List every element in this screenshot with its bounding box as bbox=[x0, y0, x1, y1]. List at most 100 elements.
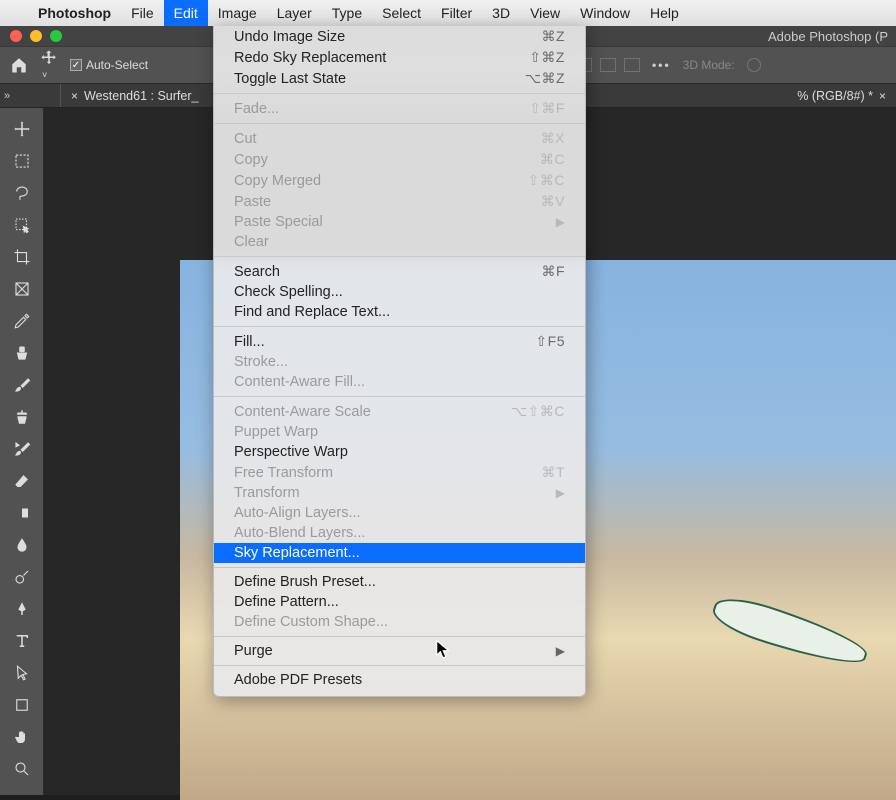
move-tool[interactable] bbox=[6, 116, 38, 142]
clone-stamp-tool[interactable] bbox=[6, 404, 38, 430]
close-tab-icon[interactable]: × bbox=[71, 89, 78, 103]
menu-item-label: Sky Replacement... bbox=[234, 545, 360, 561]
menubar-3d[interactable]: 3D bbox=[482, 0, 520, 26]
dodge-tool[interactable] bbox=[6, 564, 38, 590]
menu-shortcut: ⌘C bbox=[540, 151, 565, 168]
menu-item-label: Puppet Warp bbox=[234, 424, 318, 440]
menu-item-label: Copy bbox=[234, 152, 268, 168]
window-title: Adobe Photoshop (P bbox=[768, 29, 888, 44]
history-brush-tool[interactable] bbox=[6, 436, 38, 462]
menu-item-fade: Fade...⇧⌘F bbox=[214, 98, 585, 119]
auto-select-label: Auto-Select bbox=[86, 58, 148, 72]
menu-item-clear: Clear bbox=[214, 232, 585, 252]
blur-tool[interactable] bbox=[6, 532, 38, 558]
path-select-tool[interactable] bbox=[6, 660, 38, 686]
zoom-tool[interactable] bbox=[6, 756, 38, 782]
auto-select-checkbox[interactable]: ✓ Auto-Select bbox=[70, 58, 148, 72]
menu-item-define-pattern[interactable]: Define Pattern... bbox=[214, 592, 585, 612]
menubar-help[interactable]: Help bbox=[640, 0, 689, 26]
menu-item-define-brush-preset[interactable]: Define Brush Preset... bbox=[214, 572, 585, 592]
menu-item-transform: Transform▶ bbox=[214, 483, 585, 503]
crop-tool[interactable] bbox=[6, 244, 38, 270]
menu-item-label: Clear bbox=[234, 234, 269, 250]
healing-brush-tool[interactable] bbox=[6, 340, 38, 366]
menu-shortcut: ⌥⇧⌘C bbox=[511, 403, 565, 420]
menu-item-adobe-pdf-presets[interactable]: Adobe PDF Presets bbox=[214, 670, 585, 690]
menu-item-label: Paste bbox=[234, 194, 271, 210]
menu-item-sky-replacement[interactable]: Sky Replacement... bbox=[214, 543, 585, 563]
window-close-icon[interactable] bbox=[10, 30, 22, 42]
menu-shortcut: ⇧F5 bbox=[535, 333, 565, 350]
menu-item-label: Auto-Align Layers... bbox=[234, 505, 361, 521]
menubar-type[interactable]: Type bbox=[322, 0, 372, 26]
menu-item-undo-image-size[interactable]: Undo Image Size⌘Z bbox=[214, 26, 585, 47]
menu-item-find-and-replace-text[interactable]: Find and Replace Text... bbox=[214, 302, 585, 322]
menu-item-check-spelling[interactable]: Check Spelling... bbox=[214, 282, 585, 302]
document-tab[interactable]: × Westend61 : Surfer_ bbox=[60, 84, 208, 107]
menu-item-define-custom-shape: Define Custom Shape... bbox=[214, 612, 585, 632]
menu-item-label: Check Spelling... bbox=[234, 284, 343, 300]
menubar-select[interactable]: Select bbox=[372, 0, 431, 26]
menu-item-copy-merged: Copy Merged⇧⌘C bbox=[214, 170, 585, 191]
move-tool-icon[interactable]: ˅ bbox=[40, 49, 58, 81]
menubar-window[interactable]: Window bbox=[570, 0, 640, 26]
window-zoom-icon[interactable] bbox=[50, 30, 62, 42]
menu-shortcut: ⌘F bbox=[541, 263, 565, 280]
menubar-edit[interactable]: Edit bbox=[164, 0, 208, 26]
menubar-file[interactable]: File bbox=[121, 0, 164, 26]
menu-item-label: Define Brush Preset... bbox=[234, 574, 376, 590]
menu-shortcut: ⌘X bbox=[541, 130, 565, 147]
home-icon[interactable] bbox=[10, 56, 28, 74]
menubar-app[interactable]: Photoshop bbox=[28, 0, 121, 26]
menu-shortcut: ⇧⌘Z bbox=[529, 49, 565, 66]
menu-item-label: Toggle Last State bbox=[234, 71, 346, 87]
close-tab-icon[interactable]: × bbox=[879, 89, 886, 103]
3d-mode-icon[interactable] bbox=[747, 58, 761, 72]
document-name-left: Westend61 : Surfer_ bbox=[84, 89, 198, 103]
more-options-icon[interactable]: ••• bbox=[652, 58, 671, 72]
menubar-image[interactable]: Image bbox=[208, 0, 267, 26]
canvas-content bbox=[708, 590, 871, 674]
menu-item-purge[interactable]: Purge▶ bbox=[214, 641, 585, 661]
menubar-layer[interactable]: Layer bbox=[267, 0, 322, 26]
eraser-tool[interactable] bbox=[6, 468, 38, 494]
gradient-tool[interactable] bbox=[6, 500, 38, 526]
marquee-tool[interactable] bbox=[6, 148, 38, 174]
expand-panels-icon[interactable]: » bbox=[4, 90, 10, 102]
eyedropper-tool[interactable] bbox=[6, 308, 38, 334]
menubar-view[interactable]: View bbox=[520, 0, 570, 26]
menu-shortcut: ⌘V bbox=[541, 193, 565, 210]
menu-item-puppet-warp: Puppet Warp bbox=[214, 422, 585, 442]
menu-item-fill[interactable]: Fill...⇧F5 bbox=[214, 331, 585, 352]
menu-item-label: Perspective Warp bbox=[234, 444, 348, 460]
quick-select-tool[interactable] bbox=[6, 212, 38, 238]
menu-item-label: Copy Merged bbox=[234, 173, 321, 189]
menu-item-content-aware-scale: Content-Aware Scale ⌥⇧⌘C bbox=[214, 401, 585, 422]
menu-item-label: Content-Aware Fill... bbox=[234, 374, 365, 390]
menu-item-label: Adobe PDF Presets bbox=[234, 672, 362, 688]
shape-tool[interactable] bbox=[6, 692, 38, 718]
frame-tool[interactable] bbox=[6, 276, 38, 302]
menu-shortcut: ⌥⌘Z bbox=[525, 70, 565, 87]
menubar-filter[interactable]: Filter bbox=[431, 0, 482, 26]
hand-tool[interactable] bbox=[6, 724, 38, 750]
menu-item-paste-special: Paste Special▶ bbox=[214, 212, 585, 232]
menu-item-label: Content-Aware Scale bbox=[234, 404, 371, 420]
menu-item-label: Define Pattern... bbox=[234, 594, 339, 610]
lasso-tool[interactable] bbox=[6, 180, 38, 206]
menu-item-free-transform: Free Transform⌘T bbox=[214, 462, 585, 483]
menu-item-toggle-last-state[interactable]: Toggle Last State ⌥⌘Z bbox=[214, 68, 585, 89]
pen-tool[interactable] bbox=[6, 596, 38, 622]
menu-item-perspective-warp[interactable]: Perspective Warp bbox=[214, 442, 585, 462]
brush-tool[interactable] bbox=[6, 372, 38, 398]
cursor-icon bbox=[436, 640, 450, 660]
window-minimize-icon[interactable] bbox=[30, 30, 42, 42]
menu-item-label: Find and Replace Text... bbox=[234, 304, 390, 320]
type-tool[interactable] bbox=[6, 628, 38, 654]
submenu-arrow-icon: ▶ bbox=[556, 644, 565, 658]
menu-item-paste: Paste ⌘V bbox=[214, 191, 585, 212]
edit-menu-dropdown: Undo Image Size⌘ZRedo Sky Replacement⇧⌘Z… bbox=[213, 26, 586, 697]
menu-item-redo-sky-replacement[interactable]: Redo Sky Replacement⇧⌘Z bbox=[214, 47, 585, 68]
menu-item-search[interactable]: Search⌘F bbox=[214, 261, 585, 282]
document-name-right: % (RGB/8#) * bbox=[797, 89, 873, 103]
